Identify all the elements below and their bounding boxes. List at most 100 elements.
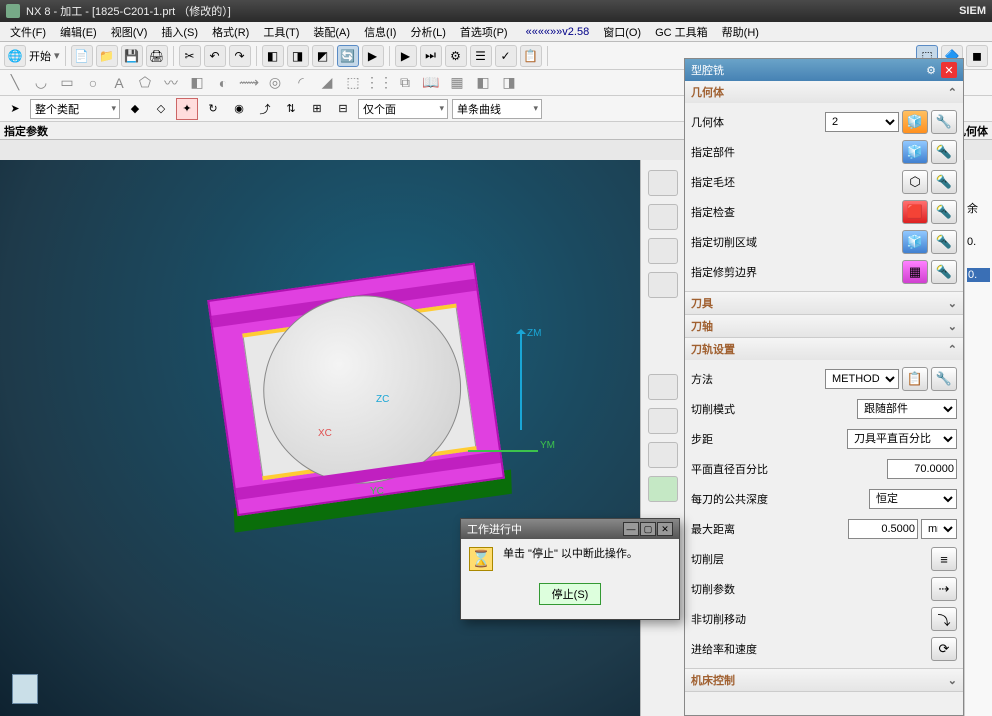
filter-dropdown-1[interactable]: 整个类配 — [30, 99, 120, 119]
f5-icon[interactable]: ⤴ — [254, 98, 276, 120]
rb-7[interactable] — [648, 442, 678, 468]
method-edit-icon[interactable]: 📋 — [902, 367, 928, 391]
print-icon[interactable]: 🖨 — [146, 45, 168, 67]
menu-info[interactable]: 信息(I) — [358, 22, 402, 42]
point-select-icon[interactable]: ✦ — [176, 98, 198, 120]
cutmode-select[interactable]: 跟随部件 — [857, 399, 957, 419]
arc-icon[interactable]: ◡ — [30, 72, 52, 94]
method-select[interactable]: METHOD — [825, 369, 899, 389]
line-icon[interactable]: ╲ — [4, 72, 26, 94]
extrude-icon[interactable]: ◧ — [186, 72, 208, 94]
f1-icon[interactable]: ◆ — [124, 98, 146, 120]
section-geometry-head[interactable]: 几何体 ⌃ — [685, 81, 963, 103]
section-tool-head[interactable]: 刀具 ⌄ — [685, 292, 963, 314]
book-icon[interactable]: 📖 — [420, 72, 442, 94]
spec-check-show-icon[interactable]: 🔦 — [931, 200, 957, 224]
start-label[interactable]: 开始 — [29, 48, 51, 64]
dialog-minimize-icon[interactable]: — — [623, 522, 639, 536]
shell-icon[interactable]: ⬚ — [342, 72, 364, 94]
new-icon[interactable]: 📄 — [71, 45, 93, 67]
refresh-icon[interactable]: 🔄 — [337, 45, 359, 67]
section-pathsettings-head[interactable]: 刀轨设置 ⌃ — [685, 338, 963, 360]
dialog-close-icon[interactable]: ✕ — [657, 522, 673, 536]
noncut-icon[interactable]: ⤵ — [931, 607, 957, 631]
spec-blank-show-icon[interactable]: 🔦 — [931, 170, 957, 194]
filter-dropdown-3[interactable]: 单条曲线 — [452, 99, 542, 119]
rb-5[interactable] — [648, 374, 678, 400]
fillet-icon[interactable]: ◜ — [290, 72, 312, 94]
spec-trim-show-icon[interactable]: 🔦 — [931, 260, 957, 284]
menu-edit[interactable]: 编辑(E) — [54, 22, 103, 42]
gen-icon[interactable]: ⚙ — [445, 45, 467, 67]
sweep-icon[interactable]: ⟿ — [238, 72, 260, 94]
rb-6[interactable] — [648, 408, 678, 434]
rb-8[interactable] — [648, 476, 678, 502]
section-machine-head[interactable]: 机床控制 ⌄ — [685, 669, 963, 691]
solid-icon[interactable]: ◼ — [966, 45, 988, 67]
geom-edit-icon[interactable]: 🧊 — [902, 110, 928, 134]
cube3-icon[interactable]: ◨ — [498, 72, 520, 94]
run-icon[interactable]: ▶ — [362, 45, 384, 67]
method-wrench-icon[interactable]: 🔧 — [931, 367, 957, 391]
save-icon[interactable]: 💾 — [121, 45, 143, 67]
verify-icon[interactable]: ✓ — [495, 45, 517, 67]
f7-icon[interactable]: ⊞ — [306, 98, 328, 120]
geom-select[interactable]: 2 — [825, 112, 899, 132]
menu-gctoolbox[interactable]: GC 工具箱 — [649, 22, 714, 42]
cube1-icon[interactable]: ▦ — [446, 72, 468, 94]
f3-icon[interactable]: ↻ — [202, 98, 224, 120]
undo-icon[interactable]: ↶ — [204, 45, 226, 67]
maxdist-unit-select[interactable]: mm — [921, 519, 957, 539]
menu-tools[interactable]: 工具(T) — [257, 22, 305, 42]
spec-cutarea-show-icon[interactable]: 🔦 — [931, 230, 957, 254]
rb-3[interactable] — [648, 238, 678, 264]
play-icon[interactable]: ▶ — [395, 45, 417, 67]
f4-icon[interactable]: ◉ — [228, 98, 250, 120]
dialog-maximize-icon[interactable]: ▢ — [640, 522, 656, 536]
orientation-cube[interactable] — [12, 674, 38, 704]
revolve-icon[interactable]: ◐ — [212, 72, 234, 94]
viewport[interactable]: ZM YM XC YC ZC — [0, 160, 660, 716]
redo-icon[interactable]: ↷ — [229, 45, 251, 67]
next-icon[interactable]: ⏭ — [420, 45, 442, 67]
spec-check-icon[interactable]: 🟥 — [902, 200, 928, 224]
globe-icon[interactable]: 🌐 — [4, 45, 26, 67]
list-icon[interactable]: ☰ — [470, 45, 492, 67]
spec-part-show-icon[interactable]: 🔦 — [931, 140, 957, 164]
stop-button[interactable]: 停止(S) — [539, 583, 602, 605]
close-icon[interactable]: ✕ — [941, 62, 957, 78]
pattern-icon[interactable]: ⋮⋮ — [368, 72, 390, 94]
mirror-icon[interactable]: ⧉ — [394, 72, 416, 94]
chamfer-icon[interactable]: ◢ — [316, 72, 338, 94]
menu-prefs[interactable]: 首选项(P) — [454, 22, 514, 42]
maxdist-input[interactable] — [848, 519, 918, 539]
post-icon[interactable]: 📋 — [520, 45, 542, 67]
f2-icon[interactable]: ◇ — [150, 98, 172, 120]
menu-assembly[interactable]: 装配(A) — [307, 22, 356, 42]
perdepth-select[interactable]: 恒定 — [869, 489, 957, 509]
circle-icon[interactable]: ○ — [82, 72, 104, 94]
gutter-c[interactable]: 0. — [967, 268, 990, 282]
rb-4[interactable] — [648, 272, 678, 298]
geom-wrench-icon[interactable]: 🔧 — [931, 110, 957, 134]
cutlayer-icon[interactable]: ≡ — [931, 547, 957, 571]
poly-icon[interactable]: ⬠ — [134, 72, 156, 94]
feedspeed-icon[interactable]: ⟳ — [931, 637, 957, 661]
rect-icon[interactable]: ▭ — [56, 72, 78, 94]
filter-dropdown-2[interactable]: 仅个面 — [358, 99, 448, 119]
hole-icon[interactable]: ◎ — [264, 72, 286, 94]
menu-help[interactable]: 帮助(H) — [716, 22, 765, 42]
planepct-input[interactable] — [887, 459, 957, 479]
open-icon[interactable]: 📁 — [96, 45, 118, 67]
f6-icon[interactable]: ⇅ — [280, 98, 302, 120]
op1-icon[interactable]: ◧ — [262, 45, 284, 67]
menu-analysis[interactable]: 分析(L) — [404, 22, 451, 42]
text-icon[interactable]: A — [108, 72, 130, 94]
gear-icon[interactable]: ⚙ — [923, 62, 939, 78]
cut-icon[interactable]: ✂ — [179, 45, 201, 67]
rb-1[interactable] — [648, 170, 678, 196]
menu-format[interactable]: 格式(R) — [206, 22, 255, 42]
arrow-icon[interactable]: ➤ — [4, 98, 26, 120]
spec-part-icon[interactable]: 🧊 — [902, 140, 928, 164]
step-select[interactable]: 刀具平直百分比 — [847, 429, 957, 449]
